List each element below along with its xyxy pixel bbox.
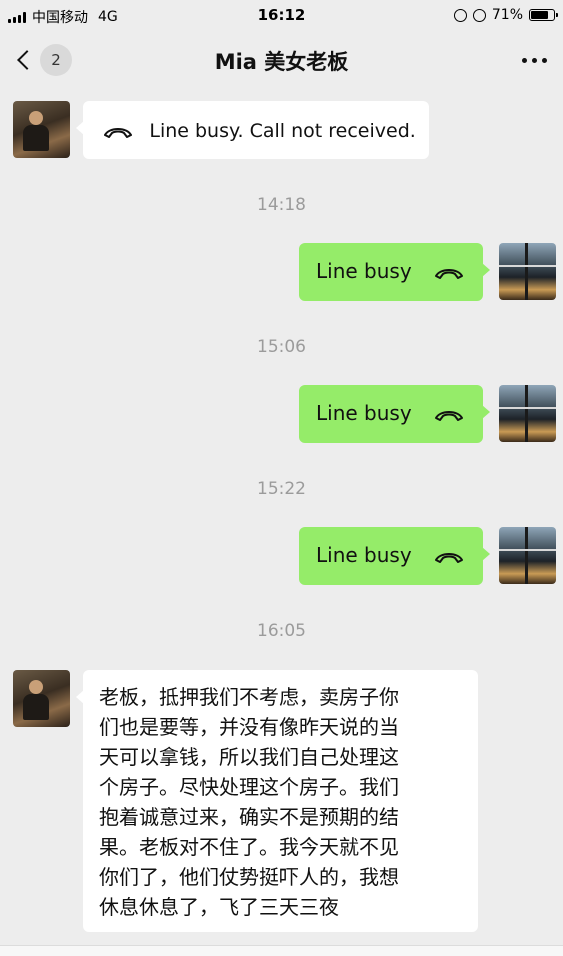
my-avatar[interactable] [499,243,556,300]
battery-icon [529,9,558,21]
call-bubble[interactable]: Line busy [299,385,490,443]
contact-avatar[interactable] [13,101,70,158]
message-line: 果。老板对不住了。我今天就不见 [99,835,399,859]
phone-hangup-icon [435,268,464,279]
message-line: 个房子。尽快处理这个房子。我们 [99,775,399,799]
message-line: 们也是要等，并没有像昨天说的当 [99,715,399,739]
input-bar-edge [0,945,563,956]
call-status-text: Line busy [316,401,412,425]
my-avatar[interactable] [499,527,556,584]
timestamp: 15:06 [257,337,306,357]
phone-hangup-icon [435,552,464,563]
timestamp: 15:22 [257,479,306,499]
timestamp: 14:18 [257,195,306,215]
call-bubble[interactable]: Line busy. Call not received. [76,101,429,159]
battery-fill [531,11,549,19]
call-status-text: Line busy [316,543,412,567]
chat-title: Mia 美女老板 [214,50,349,74]
message-line: 老板，抵押我们不考虑，卖房子你 [99,685,399,709]
message-line: 抱着诚意过来，确实不是预期的结 [99,805,399,829]
more-dots-icon[interactable] [522,58,547,63]
call-bubble[interactable]: Line busy [299,527,490,585]
phone-hangup-icon [104,127,132,138]
nav-bar: 2 Mia 美女老板 [0,32,563,88]
alarm-icon [472,8,486,22]
call-status-text: Line busy. Call not received. [149,120,416,142]
contact-avatar[interactable] [13,670,70,727]
orientation-lock-icon [453,8,467,22]
status-right: 71% [453,7,558,23]
status-bar: 中国移动 4G 16:12 71% [0,0,563,32]
my-avatar[interactable] [499,385,556,442]
message-line: 休息休息了，飞了三天三夜 [99,895,339,919]
phone-hangup-icon [435,410,464,421]
message-line: 天可以拿钱，所以我们自己处理这 [99,745,399,769]
message-line: 你们了，他们仗势挺吓人的，我想 [99,865,399,889]
battery-percent: 71% [491,7,523,23]
timestamp: 16:05 [257,621,306,641]
text-bubble[interactable]: 老板，抵押我们不考虑，卖房子你 们也是要等，并没有像昨天说的当 天可以拿钱，所以… [76,670,478,932]
call-bubble[interactable]: Line busy [299,243,490,301]
call-status-text: Line busy [316,259,412,283]
